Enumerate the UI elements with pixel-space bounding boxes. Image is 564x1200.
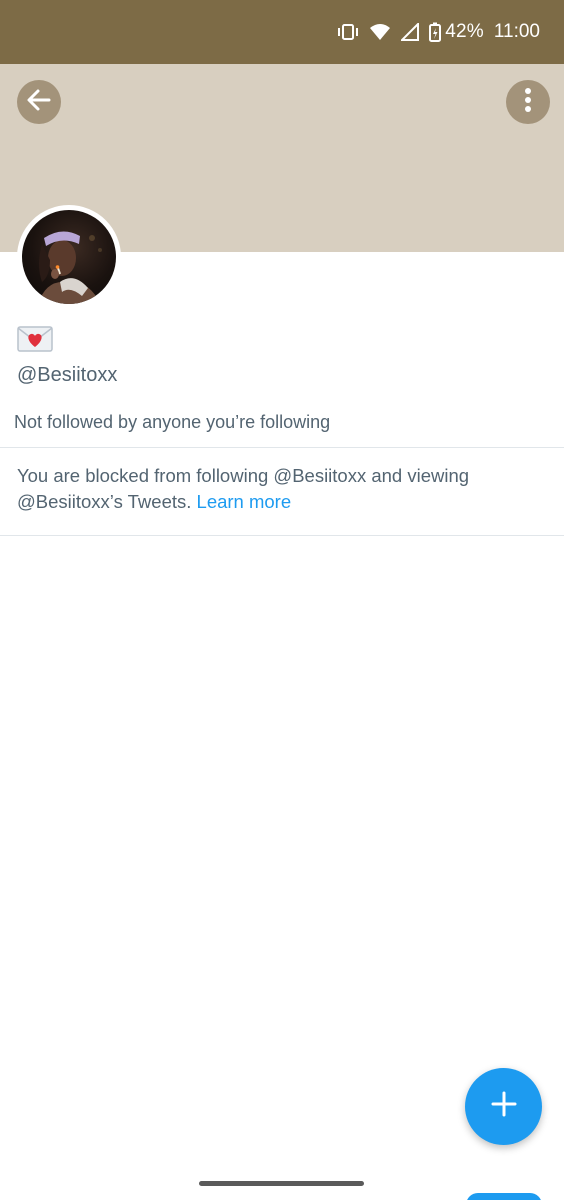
divider — [0, 447, 564, 448]
compose-tweet-button[interactable] — [465, 1068, 542, 1145]
battery-charging-icon — [429, 22, 442, 42]
profile-screen: 42% 11:00 @Besiitoxx Not followed by any… — [0, 0, 564, 1200]
clock: 11:00 — [493, 21, 540, 42]
status-bar: 42% 11:00 — [0, 0, 564, 64]
divider — [0, 535, 564, 536]
display-name — [17, 325, 53, 358]
battery-percentage: 42% — [445, 21, 484, 42]
wifi-icon — [369, 23, 391, 41]
plus-icon — [489, 1089, 519, 1124]
learn-more-link[interactable]: Learn more — [197, 491, 292, 512]
vibrate-icon — [337, 23, 359, 41]
avatar — [22, 210, 116, 304]
more-vertical-icon — [524, 87, 532, 118]
profile-handle: @Besiitoxx — [17, 364, 118, 386]
avatar-frame[interactable] — [17, 205, 121, 309]
followers-you-know: Not followed by anyone you’re following — [14, 412, 331, 432]
blocked-notice: You are blocked from following @Besiitox… — [17, 463, 547, 515]
bottom-sheet-peek — [466, 1193, 542, 1200]
back-button[interactable] — [17, 80, 61, 124]
arrow-left-icon — [26, 87, 52, 118]
signal-icon — [401, 23, 420, 41]
more-options-button[interactable] — [506, 80, 550, 124]
love-letter-icon — [17, 326, 53, 357]
gesture-nav-bar[interactable] — [199, 1181, 364, 1186]
